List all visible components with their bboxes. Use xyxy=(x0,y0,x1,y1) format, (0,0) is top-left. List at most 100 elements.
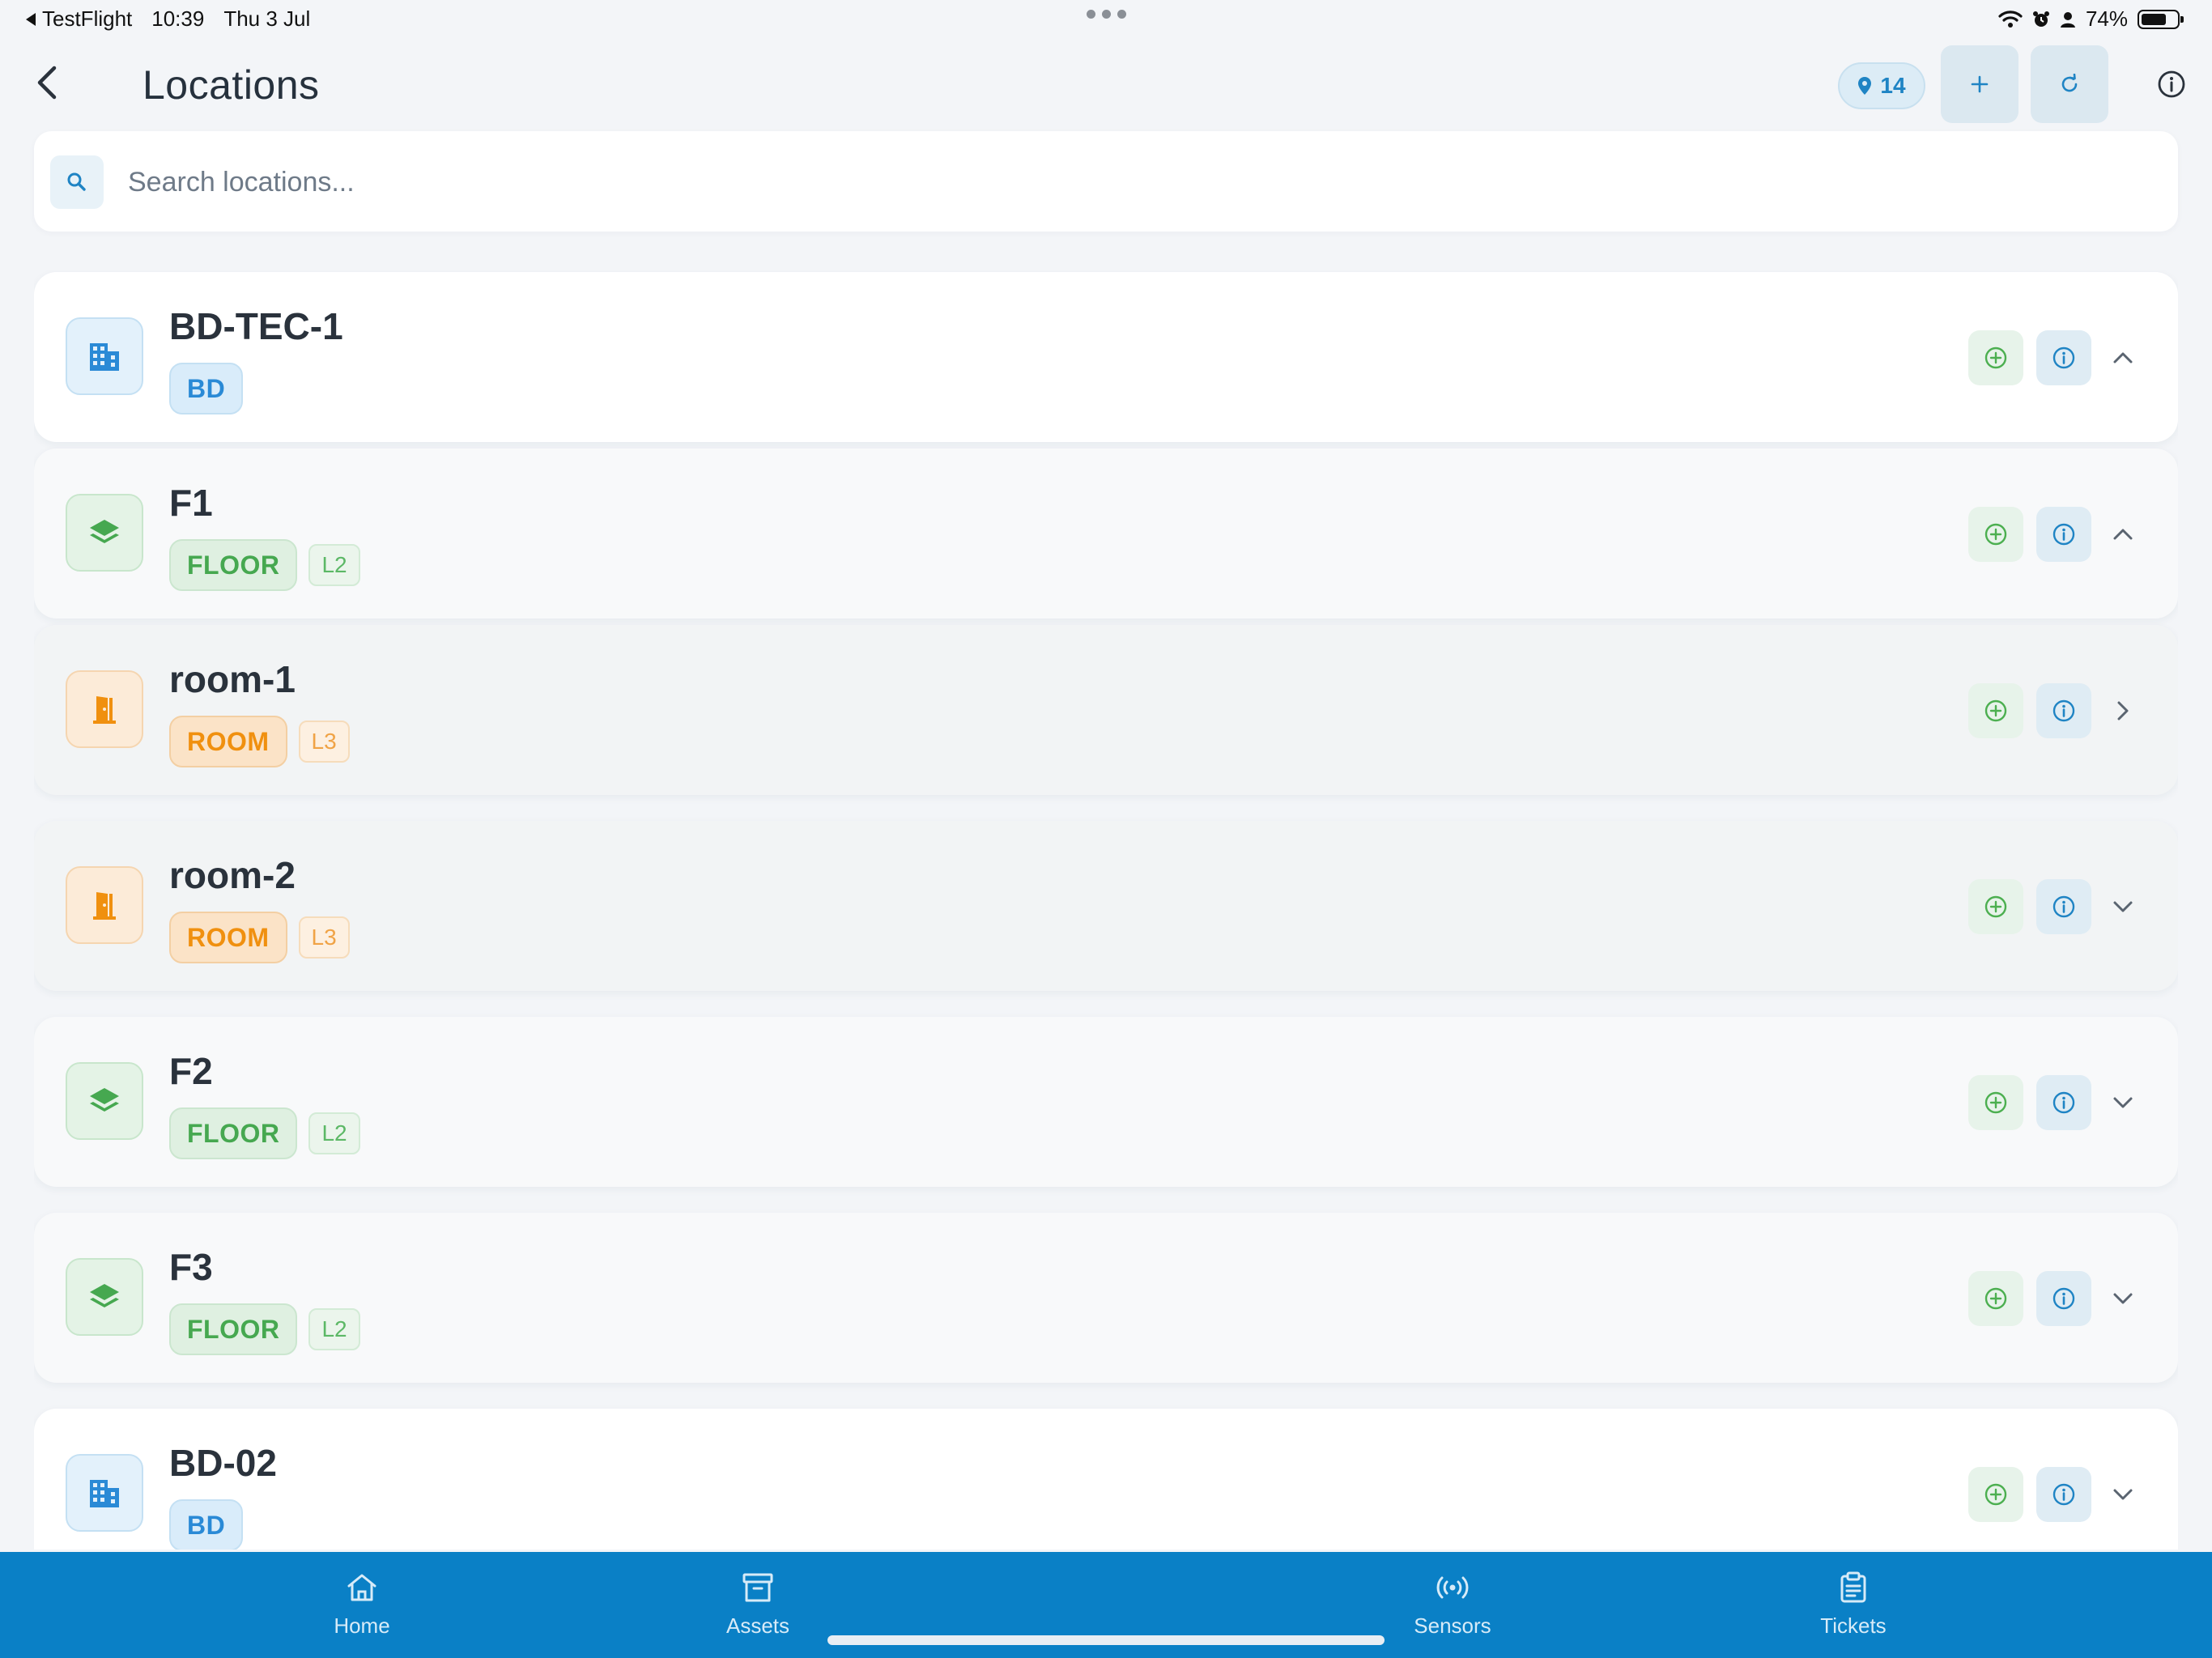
wifi-icon xyxy=(1998,10,2023,28)
open-button[interactable] xyxy=(2108,696,2138,725)
plus-circle-icon xyxy=(1984,699,2007,722)
location-card[interactable]: F1 FLOOR L2 xyxy=(34,449,2178,619)
page-header: Locations 14 xyxy=(0,39,2212,126)
status-bar: TestFlight 10:39 Thu 3 Jul 74% xyxy=(0,0,2212,39)
plus-circle-icon xyxy=(1984,895,2007,918)
location-info-button[interactable] xyxy=(2036,1271,2091,1326)
expand-button[interactable] xyxy=(2108,1480,2138,1509)
location-card[interactable]: room-1 ROOM L3 xyxy=(34,625,2178,795)
location-info-button[interactable] xyxy=(2036,879,2091,934)
chevron-down-icon xyxy=(2113,1097,2133,1108)
expand-button[interactable] xyxy=(2108,1284,2138,1313)
info-icon xyxy=(2052,895,2075,918)
plus-icon xyxy=(1971,75,1989,93)
add-child-button[interactable] xyxy=(1968,1271,2023,1326)
location-type-badge: ROOM xyxy=(169,716,287,767)
location-info-button[interactable] xyxy=(2036,683,2091,738)
location-count-badge: 14 xyxy=(1838,62,1925,109)
home-indicator[interactable] xyxy=(827,1635,1385,1645)
plus-circle-icon xyxy=(1984,1287,2007,1310)
nav-tickets-label: Tickets xyxy=(1820,1613,1887,1638)
nav-assets[interactable]: Assets xyxy=(677,1570,839,1639)
nav-tickets[interactable]: Tickets xyxy=(1772,1570,1934,1639)
chevron-left-icon xyxy=(37,66,57,100)
multitasking-dots-icon[interactable] xyxy=(1087,10,1126,19)
location-info-button[interactable] xyxy=(2036,1075,2091,1130)
clipboard-icon xyxy=(1840,1571,1866,1603)
location-name: F3 xyxy=(169,1246,213,1288)
info-icon xyxy=(2052,699,2075,722)
level-badge: L3 xyxy=(298,721,350,763)
expand-button[interactable] xyxy=(2108,892,2138,921)
add-child-button[interactable] xyxy=(1968,1075,2023,1130)
location-card[interactable]: F2 FLOOR L2 xyxy=(34,1017,2178,1187)
info-icon xyxy=(2158,70,2185,98)
battery-icon xyxy=(2138,9,2184,29)
location-card[interactable]: BD-TEC-1 BD xyxy=(34,272,2178,442)
plus-circle-icon xyxy=(1984,1483,2007,1506)
location-type-badge: ROOM xyxy=(169,912,287,963)
person-icon xyxy=(2060,11,2075,28)
plus-circle-icon xyxy=(1984,1091,2007,1114)
refresh-button[interactable] xyxy=(2031,45,2108,123)
nav-home[interactable]: Home xyxy=(281,1570,443,1639)
search-icon xyxy=(50,155,104,209)
location-name: room-2 xyxy=(169,854,296,896)
nav-sensors-label: Sensors xyxy=(1414,1613,1491,1638)
chevron-up-icon xyxy=(2113,352,2133,363)
add-child-button[interactable] xyxy=(1968,879,2023,934)
location-name: BD-TEC-1 xyxy=(169,305,343,347)
alarm-icon xyxy=(2032,11,2049,27)
building-icon xyxy=(66,1454,143,1532)
chevron-up-icon xyxy=(2113,529,2133,540)
add-location-button[interactable] xyxy=(1941,45,2018,123)
door-icon xyxy=(66,670,143,748)
expand-button[interactable] xyxy=(2108,1088,2138,1117)
location-info-button[interactable] xyxy=(2036,1467,2091,1522)
page-info-button[interactable] xyxy=(2154,66,2189,102)
level-badge: L2 xyxy=(308,544,360,586)
nav-sensors[interactable]: Sensors xyxy=(1372,1570,1534,1639)
back-to-app-link[interactable]: TestFlight xyxy=(24,6,132,32)
collapse-button[interactable] xyxy=(2108,520,2138,549)
page-title: Locations xyxy=(143,62,320,108)
search-bar xyxy=(34,131,2178,232)
back-button[interactable] xyxy=(28,63,66,102)
location-card[interactable]: room-2 ROOM L3 xyxy=(34,821,2178,991)
layers-icon xyxy=(66,494,143,572)
add-child-button[interactable] xyxy=(1968,330,2023,385)
info-icon xyxy=(2052,1287,2075,1310)
add-child-button[interactable] xyxy=(1968,1467,2023,1522)
collapse-button[interactable] xyxy=(2108,343,2138,372)
location-type-badge: FLOOR xyxy=(169,1107,298,1159)
add-child-button[interactable] xyxy=(1968,683,2023,738)
nav-assets-label: Assets xyxy=(725,1613,790,1638)
archive-icon xyxy=(742,1573,773,1602)
location-name: room-1 xyxy=(169,658,296,700)
status-date: Thu 3 Jul xyxy=(223,6,311,31)
sensor-signal-icon xyxy=(1436,1576,1469,1599)
location-card[interactable]: BD-02 BD xyxy=(34,1409,2178,1550)
map-pin-icon xyxy=(1858,77,1872,95)
chevron-down-icon xyxy=(2113,1489,2133,1500)
building-icon xyxy=(66,317,143,395)
door-icon xyxy=(66,866,143,944)
chevron-right-icon xyxy=(2117,701,2129,721)
level-badge: L2 xyxy=(308,1308,360,1350)
location-info-button[interactable] xyxy=(2036,330,2091,385)
home-icon xyxy=(347,1574,376,1601)
location-list: BD-TEC-1 BD F1 FLOOR L2 room-1 ROOM L3 r… xyxy=(34,270,2178,1550)
location-name: F2 xyxy=(169,1050,213,1092)
plus-circle-icon xyxy=(1984,523,2007,546)
layers-icon xyxy=(66,1258,143,1336)
location-card[interactable]: F3 FLOOR L2 xyxy=(34,1213,2178,1383)
location-info-button[interactable] xyxy=(2036,507,2091,562)
nav-home-label: Home xyxy=(334,1613,390,1638)
location-name: F1 xyxy=(169,482,213,524)
search-input[interactable] xyxy=(126,154,2138,210)
location-type-badge: FLOOR xyxy=(169,1303,298,1355)
info-icon xyxy=(2052,1483,2075,1506)
add-child-button[interactable] xyxy=(1968,507,2023,562)
back-triangle-icon xyxy=(26,12,36,26)
chevron-down-icon xyxy=(2113,1293,2133,1304)
